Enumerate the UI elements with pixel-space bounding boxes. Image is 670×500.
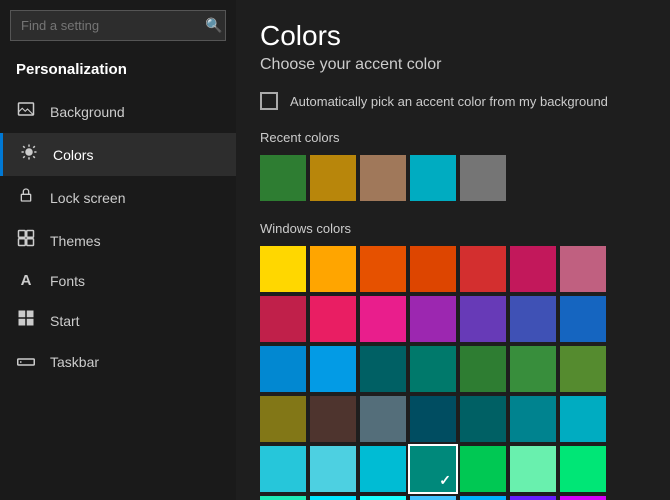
sidebar: 🔍 Personalization Background Colors Lock… (0, 0, 236, 500)
recent-colors-grid (260, 155, 646, 201)
page-title: Colors (260, 20, 646, 52)
color-swatch[interactable] (560, 396, 606, 442)
sidebar-label-taskbar: Taskbar (50, 354, 99, 370)
start-icon (16, 309, 36, 332)
color-swatch[interactable] (410, 396, 456, 442)
color-swatch[interactable] (510, 496, 556, 500)
page-subtitle: Choose your accent color (260, 56, 646, 74)
color-swatch[interactable] (510, 446, 556, 492)
color-swatch[interactable] (360, 396, 406, 442)
color-swatch[interactable] (310, 246, 356, 292)
color-swatch[interactable] (510, 246, 556, 292)
color-swatch[interactable] (260, 396, 306, 442)
color-swatch[interactable] (460, 155, 506, 201)
auto-pick-row: Automatically pick an accent color from … (260, 92, 646, 110)
colors-icon (19, 143, 39, 166)
sidebar-item-fonts[interactable]: A Fonts (0, 262, 236, 299)
color-swatch[interactable] (460, 446, 506, 492)
background-icon (16, 100, 36, 123)
color-swatch[interactable] (260, 155, 306, 201)
sidebar-label-start: Start (50, 313, 80, 329)
search-icon: 🔍 (205, 17, 222, 34)
windows-colors-grid (260, 246, 646, 500)
sidebar-item-taskbar[interactable]: Taskbar (0, 342, 236, 381)
lock-icon (16, 186, 36, 209)
color-swatch[interactable] (410, 296, 456, 342)
color-swatch[interactable] (510, 396, 556, 442)
color-swatch[interactable] (460, 296, 506, 342)
color-swatch[interactable] (410, 155, 456, 201)
sidebar-label-colors: Colors (53, 147, 93, 163)
color-swatch[interactable] (510, 346, 556, 392)
color-swatch[interactable] (460, 346, 506, 392)
color-swatch[interactable] (360, 446, 406, 492)
color-swatch[interactable] (510, 296, 556, 342)
taskbar-icon (16, 352, 36, 371)
search-input[interactable] (21, 18, 197, 33)
color-swatch[interactable] (560, 446, 606, 492)
color-swatch[interactable] (360, 296, 406, 342)
themes-icon (16, 229, 36, 252)
windows-colors-label: Windows colors (260, 221, 646, 236)
color-swatch[interactable] (310, 296, 356, 342)
color-swatch[interactable] (260, 496, 306, 500)
color-swatch[interactable] (560, 246, 606, 292)
sidebar-item-background[interactable]: Background (0, 90, 236, 133)
color-swatch[interactable] (560, 496, 606, 500)
sidebar-label-fonts: Fonts (50, 273, 85, 289)
sidebar-item-start[interactable]: Start (0, 299, 236, 342)
sidebar-label-themes: Themes (50, 233, 101, 249)
main-content: Colors Choose your accent color Automati… (236, 0, 670, 500)
color-swatch[interactable] (310, 346, 356, 392)
sidebar-item-lock-screen[interactable]: Lock screen (0, 176, 236, 219)
color-swatch[interactable] (310, 496, 356, 500)
color-swatch[interactable] (410, 346, 456, 392)
color-swatch[interactable] (260, 296, 306, 342)
color-swatch[interactable] (460, 246, 506, 292)
color-swatch[interactable] (410, 246, 456, 292)
fonts-icon: A (16, 272, 36, 289)
search-box[interactable]: 🔍 (10, 10, 226, 41)
color-swatch[interactable] (360, 155, 406, 201)
sidebar-item-themes[interactable]: Themes (0, 219, 236, 262)
auto-pick-checkbox[interactable] (260, 92, 278, 110)
color-swatch[interactable] (360, 346, 406, 392)
color-swatch[interactable] (360, 496, 406, 500)
color-swatch[interactable] (560, 346, 606, 392)
sidebar-item-colors[interactable]: Colors (0, 133, 236, 176)
sidebar-label-background: Background (50, 104, 125, 120)
color-swatch[interactable] (360, 246, 406, 292)
color-swatch[interactable] (260, 246, 306, 292)
sidebar-label-lock-screen: Lock screen (50, 190, 125, 206)
color-swatch[interactable] (410, 496, 456, 500)
recent-colors-label: Recent colors (260, 130, 646, 145)
sidebar-title: Personalization (0, 57, 236, 90)
color-swatch[interactable] (310, 396, 356, 442)
color-swatch[interactable] (460, 396, 506, 442)
color-swatch[interactable] (560, 296, 606, 342)
auto-pick-label: Automatically pick an accent color from … (290, 94, 608, 109)
color-swatch[interactable] (460, 496, 506, 500)
color-swatch[interactable] (310, 155, 356, 201)
color-swatch[interactable] (410, 446, 456, 492)
color-swatch[interactable] (310, 446, 356, 492)
color-swatch[interactable] (260, 346, 306, 392)
color-swatch[interactable] (260, 446, 306, 492)
